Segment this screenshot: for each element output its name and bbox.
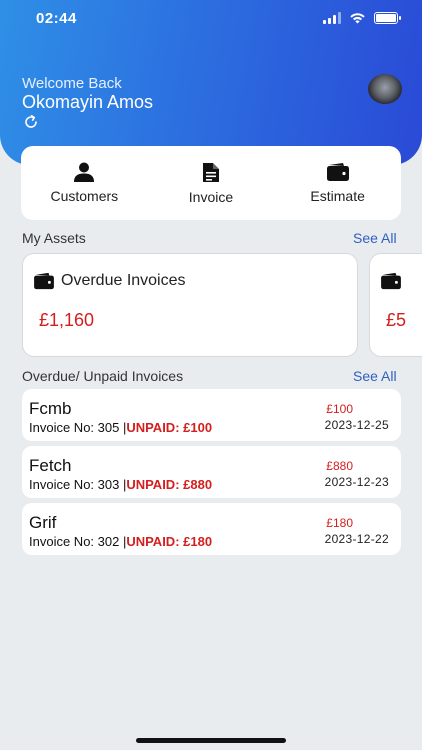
quick-action-invoice[interactable]: Invoice	[156, 162, 266, 205]
wallet-icon	[381, 272, 401, 290]
quick-action-label: Customers	[50, 188, 119, 204]
invoice-number: Invoice No: 302 |	[29, 534, 127, 549]
quick-action-label: Estimate	[310, 188, 365, 204]
person-icon	[74, 162, 95, 182]
invoice-date: 2023-12-22	[324, 532, 389, 546]
invoice-date: 2023-12-23	[324, 475, 389, 489]
asset-card-amount: £1,160	[39, 310, 95, 330]
assets-see-all-link[interactable]: See All	[353, 230, 397, 246]
asset-card-amount: £5	[386, 310, 407, 330]
status-icons	[323, 12, 401, 24]
avatar[interactable]	[368, 74, 402, 104]
invoice-unpaid-status: UNPAID: £180	[126, 534, 213, 549]
status-time: 02:44	[36, 10, 77, 27]
quick-action-label: Invoice	[188, 188, 234, 205]
asset-card-overdue[interactable]: Overdue Invoices £1,160	[22, 253, 358, 357]
invoice-row[interactable]: Fcmb Invoice No: 305 |UNPAID: £100 £100 …	[22, 389, 401, 441]
invoice-number: Invoice No: 305 |	[29, 420, 127, 435]
invoice-number: Invoice No: 303 |	[29, 477, 127, 492]
invoice-unpaid-status: UNPAID: £100	[126, 420, 213, 435]
quick-action-estimate[interactable]: Estimate	[283, 162, 393, 204]
invoice-date: 2023-12-25	[324, 418, 389, 432]
invoice-detail-line: Invoice No: 305 |UNPAID: £100	[29, 420, 212, 435]
quick-actions-card: Customers Invoice Estimate	[21, 146, 401, 220]
asset-card-title-text: Overdue Invoices	[61, 272, 186, 289]
invoice-amount: £180	[326, 516, 353, 530]
invoice-customer-name: Grif	[29, 513, 57, 532]
wifi-icon	[350, 13, 365, 24]
wallet-icon	[34, 272, 54, 290]
invoice-row[interactable]: Grif Invoice No: 302 |UNPAID: £180 £180 …	[22, 503, 401, 555]
signal-icon	[323, 12, 341, 24]
asset-card-partial[interactable]: £5	[369, 253, 422, 357]
unpaid-invoices-title: Overdue/ Unpaid Invoices	[22, 368, 184, 384]
battery-icon	[374, 12, 401, 24]
user-name: Okomayin Amos	[22, 92, 154, 112]
invoice-detail-line: Invoice No: 303 |UNPAID: £880	[29, 477, 212, 492]
asset-card-title: Overdue Invoices	[33, 272, 186, 290]
refresh-icon[interactable]	[22, 113, 40, 131]
status-bar: 02:44	[0, 0, 422, 40]
my-assets-title: My Assets	[22, 230, 86, 246]
document-icon	[202, 162, 219, 182]
welcome-label: Welcome Back	[22, 75, 122, 92]
invoice-row[interactable]: Fetch Invoice No: 303 |UNPAID: £880 £880…	[22, 446, 401, 498]
invoice-customer-name: Fcmb	[29, 399, 72, 418]
header: 02:44 Welcome Back Okomayin Amos	[0, 0, 422, 165]
invoice-customer-name: Fetch	[29, 456, 72, 475]
invoice-amount: £100	[326, 402, 353, 416]
unpaid-see-all-link[interactable]: See All	[353, 368, 397, 384]
invoice-detail-line: Invoice No: 302 |UNPAID: £180	[29, 534, 212, 549]
wallet-icon	[326, 163, 349, 181]
invoice-amount: £880	[326, 459, 353, 473]
quick-action-customers[interactable]: Customers	[29, 162, 139, 204]
invoice-unpaid-status: UNPAID: £880	[126, 477, 213, 492]
asset-card-title	[380, 272, 402, 290]
home-indicator[interactable]	[136, 738, 286, 743]
